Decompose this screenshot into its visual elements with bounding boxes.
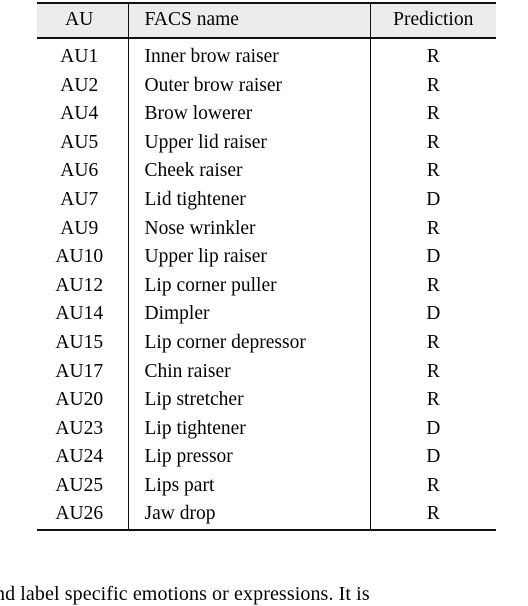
cell-facs-name: Lip tightener	[127, 414, 370, 443]
cell-facs-name: Upper lip raiser	[127, 242, 370, 272]
cell-au: AU6	[60, 160, 99, 182]
cell-au: AU14	[55, 303, 104, 325]
cell-facs-name: Jaw drop	[127, 499, 370, 529]
cell-prediction: D	[369, 242, 496, 272]
page-canvas: AU FACS name Prediction AU1 Inner brow r…	[0, 0, 528, 605]
cell-facs-name: Lip corner depressor	[127, 328, 370, 357]
cell-au: AU7	[60, 188, 99, 210]
cell-facs-name: Lips part	[127, 471, 370, 500]
cell-prediction: D	[369, 442, 496, 472]
cell-prediction: D	[369, 185, 496, 214]
cell-prediction: R	[369, 328, 496, 357]
cell-facs-name: Chin raiser	[127, 356, 370, 386]
table-row: AU9 Nose wrinkler R	[37, 213, 496, 243]
body-text-fragment: and label specific emotions or expressio…	[0, 583, 528, 606]
cell-au: AU1	[60, 45, 99, 67]
table-row: AU17 Chin raiser R	[37, 356, 496, 386]
table-row: AU10 Upper lip raiser D	[37, 242, 496, 272]
cell-facs-name: Upper lid raiser	[127, 128, 370, 157]
table-row: AU7 Lid tightener D	[37, 185, 496, 214]
cell-au: AU2	[60, 74, 99, 96]
column-header-prediction: Prediction	[369, 4, 496, 38]
column-header-au: AU	[65, 9, 94, 30]
cell-prediction: D	[369, 299, 496, 329]
table-row: AU1 Inner brow raiser R	[37, 39, 496, 72]
cell-prediction: R	[369, 385, 496, 415]
table-row: AU24 Lip pressor D	[37, 442, 496, 472]
cell-au: AU20	[55, 389, 104, 411]
cell-prediction: R	[369, 271, 496, 300]
table-row: AU2 Outer brow raiser R	[37, 71, 496, 100]
table-body-wrapper: AU1 Inner brow raiser R AU2 Outer brow r…	[37, 39, 496, 529]
cell-facs-name: Dimpler	[127, 299, 370, 329]
cell-prediction: R	[369, 356, 496, 386]
cell-facs-name: Nose wrinkler	[127, 213, 370, 243]
cell-au: AU24	[55, 446, 104, 468]
table-row: AU12 Lip corner puller R	[37, 271, 496, 300]
cell-prediction: R	[369, 471, 496, 500]
cell-facs-name: Lid tightener	[127, 185, 370, 214]
cell-au: AU9	[60, 217, 99, 239]
facs-action-units-prediction-table: AU FACS name Prediction AU1 Inner brow r…	[37, 0, 496, 531]
cell-facs-name: Lip corner puller	[127, 271, 370, 300]
table-row: AU25 Lips part R	[37, 471, 496, 500]
table-header: AU FACS name Prediction	[37, 4, 496, 38]
table-row: AU26 Jaw drop R	[37, 499, 496, 529]
body-text-line: and label specific emotions or expressio…	[0, 583, 370, 605]
table-row: AU5 Upper lid raiser R	[37, 128, 496, 157]
cell-prediction: R	[369, 156, 496, 186]
cell-prediction: R	[369, 39, 496, 72]
cell-au: AU5	[60, 131, 99, 153]
cell-prediction: R	[369, 99, 496, 129]
cell-facs-name: Inner brow raiser	[127, 39, 370, 72]
cell-au: AU12	[55, 274, 104, 296]
cell-prediction: D	[369, 414, 496, 443]
cell-au: AU25	[55, 474, 104, 496]
cell-prediction: R	[369, 213, 496, 243]
cell-facs-name: Outer brow raiser	[127, 71, 370, 100]
cell-au: AU4	[60, 103, 99, 125]
table-row: AU6 Cheek raiser R	[37, 156, 496, 186]
table-row: AU4 Brow lowerer R	[37, 99, 496, 129]
column-header-facs-name: FACS name	[127, 4, 370, 38]
cell-facs-name: Cheek raiser	[127, 156, 370, 186]
cell-au: AU10	[55, 246, 104, 268]
cell-au: AU17	[55, 360, 104, 382]
cell-au: AU26	[55, 503, 104, 525]
table-row: AU23 Lip tightener D	[37, 414, 496, 443]
cell-au: AU23	[55, 417, 104, 439]
cell-au: AU15	[55, 331, 104, 353]
table-bottom-rule	[37, 528, 496, 531]
table: AU FACS name Prediction	[37, 4, 496, 38]
cell-facs-name: Lip pressor	[127, 442, 370, 472]
table-body: AU1 Inner brow raiser R AU2 Outer brow r…	[37, 39, 496, 529]
table-header-row: AU FACS name Prediction	[37, 4, 496, 38]
cell-prediction: R	[369, 71, 496, 100]
cell-prediction: R	[369, 499, 496, 529]
cell-prediction: R	[369, 128, 496, 157]
table-row: AU14 Dimpler D	[37, 299, 496, 329]
cell-facs-name: Brow lowerer	[127, 99, 370, 129]
cell-facs-name: Lip stretcher	[127, 385, 370, 415]
table-row: AU15 Lip corner depressor R	[37, 328, 496, 357]
table-row: AU20 Lip stretcher R	[37, 385, 496, 415]
